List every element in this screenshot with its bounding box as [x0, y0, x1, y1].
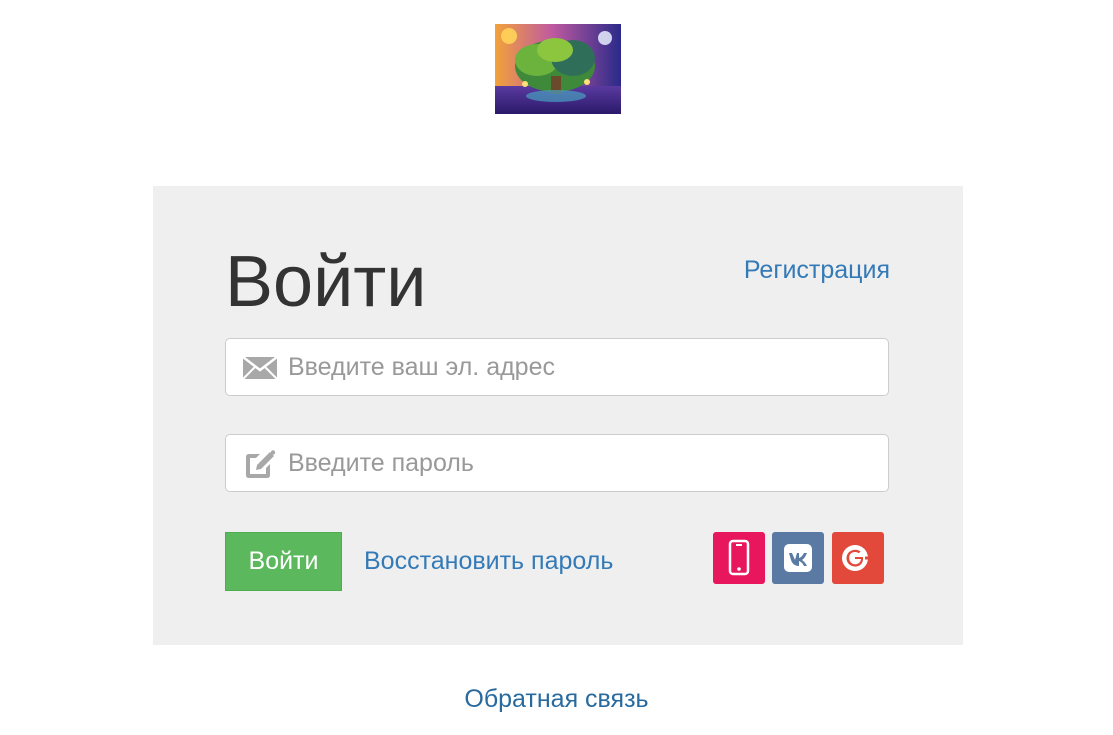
restore-password-link[interactable]: Восстановить пароль — [364, 545, 613, 577]
google-plus-icon — [842, 545, 874, 571]
vk-login-button[interactable] — [772, 532, 824, 584]
page: Войти Регистрация Войти — [0, 0, 1113, 735]
site-logo[interactable] — [495, 24, 621, 114]
email-field[interactable] — [225, 338, 889, 396]
google-plus-login-button[interactable] — [832, 532, 884, 584]
password-field[interactable] — [225, 434, 889, 492]
feedback-link[interactable]: Обратная связь — [0, 682, 1113, 716]
tree-of-life-logo-image — [495, 24, 621, 114]
smartphone-icon — [728, 539, 750, 576]
password-input[interactable] — [288, 435, 878, 491]
login-card: Войти Регистрация Войти — [153, 186, 963, 645]
email-input[interactable] — [288, 339, 878, 395]
login-title: Войти — [225, 242, 427, 322]
login-button[interactable]: Войти — [225, 532, 342, 591]
vk-icon — [784, 544, 812, 572]
register-link[interactable]: Регистрация — [744, 254, 890, 286]
phone-login-button[interactable] — [713, 532, 765, 584]
envelope-icon — [242, 353, 278, 383]
edit-icon — [242, 449, 278, 479]
